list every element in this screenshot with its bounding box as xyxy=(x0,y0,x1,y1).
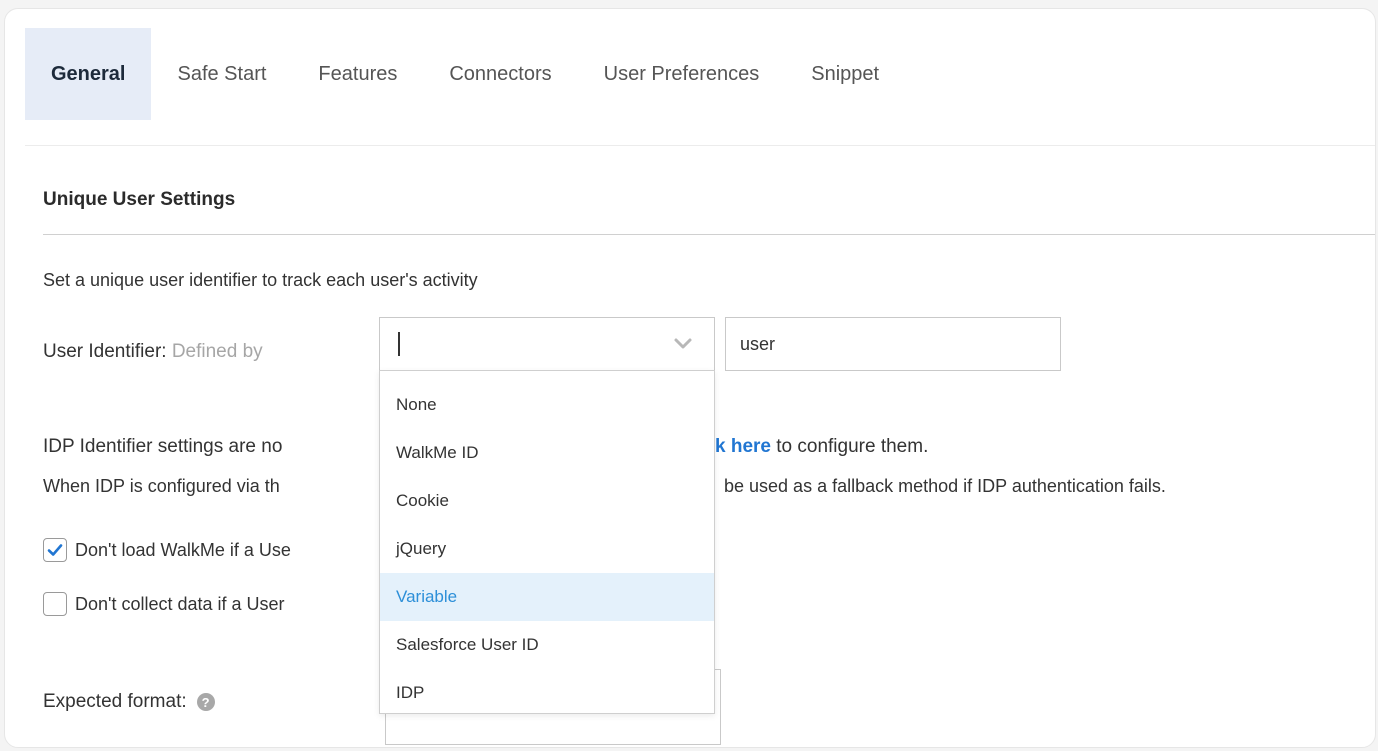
idp-settings-text-suffix: to configure them. xyxy=(770,436,929,457)
idp-fallback-text-end: be used as a fallback method if IDP auth… xyxy=(724,476,1166,496)
identifier-type-select[interactable] xyxy=(379,317,715,371)
user-identifier-label: User Identifier: Defined by xyxy=(43,341,263,363)
tab-user-preferences[interactable]: User Preferences xyxy=(578,28,786,120)
checkmark-icon xyxy=(47,544,63,556)
tab-bar: General Safe Start Features Connectors U… xyxy=(25,28,905,120)
idp-settings-text-end: k here to configure them. xyxy=(715,436,928,458)
defined-by-label: Defined by xyxy=(171,341,263,362)
idp-settings-text: IDP Identifier settings are no xyxy=(43,436,283,457)
tab-snippet[interactable]: Snippet xyxy=(785,28,905,120)
tab-connectors[interactable]: Connectors xyxy=(423,28,577,120)
tab-divider xyxy=(25,145,1375,146)
dont-collect-data-row[interactable]: Don't collect data if a User xyxy=(43,589,285,619)
tab-features[interactable]: Features xyxy=(292,28,423,120)
option-idp[interactable]: IDP xyxy=(380,669,714,717)
chevron-down-icon[interactable] xyxy=(672,334,694,354)
section-description: Set a unique user identifier to track ea… xyxy=(43,270,478,290)
option-variable[interactable]: Variable xyxy=(380,573,714,621)
expected-format-label-text: Expected format: xyxy=(43,691,187,712)
section-title: Unique User Settings xyxy=(43,189,236,210)
dont-load-walkme-checkbox[interactable] xyxy=(43,538,67,562)
option-walkme-id[interactable]: WalkMe ID xyxy=(380,429,714,477)
identifier-value-input[interactable] xyxy=(725,317,1061,371)
expected-format-label: Expected format: ? xyxy=(43,691,215,713)
option-none[interactable]: None xyxy=(380,381,714,429)
tab-safe-start[interactable]: Safe Start xyxy=(151,28,292,120)
settings-card: General Safe Start Features Connectors U… xyxy=(4,8,1376,748)
dont-collect-data-checkbox[interactable] xyxy=(43,592,67,616)
user-identifier-label-text: User Identifier: xyxy=(43,341,167,362)
idp-fallback-text: When IDP is configured via th xyxy=(43,476,280,496)
identifier-type-dropdown: None WalkMe ID Cookie jQuery Variable Sa… xyxy=(379,370,715,714)
text-cursor xyxy=(398,332,400,356)
option-jquery[interactable]: jQuery xyxy=(380,525,714,573)
option-cookie[interactable]: Cookie xyxy=(380,477,714,525)
section-divider xyxy=(43,234,1375,235)
dont-collect-data-label: Don't collect data if a User xyxy=(75,593,285,614)
configure-link[interactable]: k here xyxy=(715,436,771,457)
dont-load-walkme-label: Don't load WalkMe if a Use xyxy=(75,539,291,560)
tab-general[interactable]: General xyxy=(25,28,152,120)
option-salesforce-user-id[interactable]: Salesforce User ID xyxy=(380,621,714,669)
question-icon[interactable]: ? xyxy=(196,693,215,711)
dont-load-walkme-row[interactable]: Don't load WalkMe if a Use xyxy=(43,535,291,565)
